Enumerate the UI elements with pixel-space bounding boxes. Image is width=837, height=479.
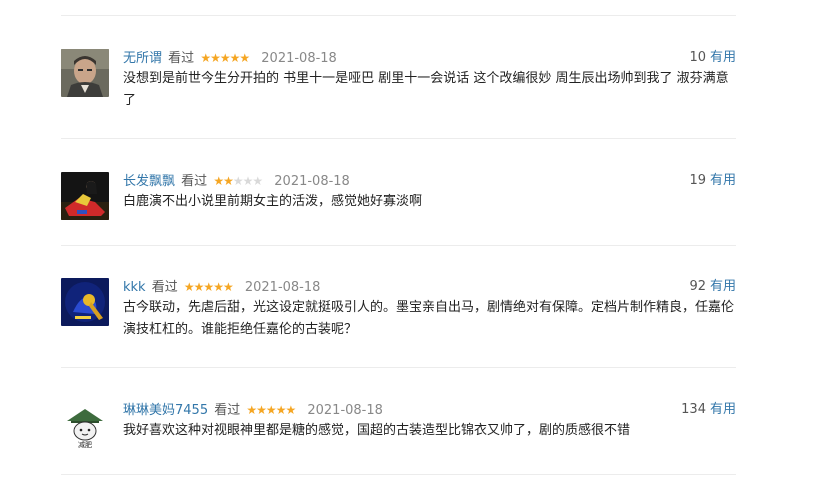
star-filled-icon: ★ bbox=[285, 403, 296, 417]
rating-stars: ★★★★★ bbox=[246, 401, 296, 419]
useful-vote: 10 有用 bbox=[689, 49, 736, 67]
comment-text: 没想到是前世今生分开拍的 书里十一是哑巴 剧里十一会说话 这个改编很妙 周生辰出… bbox=[123, 71, 729, 108]
comment-header: 琳琳美妈7455 看过 ★★★★★ 2021-08-18 bbox=[123, 401, 383, 419]
rating-stars: ★★★★★ bbox=[183, 278, 234, 296]
comment-divider bbox=[61, 138, 736, 139]
rating-stars: ★★★★★ bbox=[200, 49, 250, 67]
comment-date: 2021-08-18 bbox=[261, 51, 337, 66]
star-empty-icon: ★ bbox=[242, 174, 254, 188]
top-divider bbox=[61, 15, 736, 16]
star-filled-icon: ★ bbox=[222, 280, 234, 294]
star-filled-icon: ★ bbox=[219, 51, 231, 65]
comment-divider bbox=[61, 367, 736, 368]
comment-date: 2021-08-18 bbox=[244, 280, 321, 295]
vote-count: 10 bbox=[689, 50, 706, 65]
comment-header: kkk 看过 ★★★★★ 2021-08-18 bbox=[123, 278, 320, 296]
username-link[interactable]: 琳琳美妈7455 bbox=[123, 403, 208, 418]
comment-date: 2021-08-18 bbox=[307, 403, 383, 418]
avatar[interactable]: 减肥 bbox=[61, 401, 109, 449]
comment-header: 长发飘飘 看过 ★★★★★ 2021-08-18 bbox=[123, 172, 350, 190]
avatar[interactable] bbox=[61, 49, 109, 97]
star-filled-icon: ★ bbox=[275, 403, 287, 417]
comment-divider bbox=[61, 245, 736, 246]
watch-status: 看过 bbox=[214, 403, 241, 418]
bottom-divider bbox=[61, 474, 736, 475]
comment-text: 我好喜欢这种对视眼神里都是糖的感觉，国超的古装造型比锦衣又帅了，剧的质感很不错 bbox=[123, 423, 631, 438]
star-filled-icon: ★ bbox=[200, 51, 211, 65]
star-filled-icon: ★ bbox=[265, 403, 277, 417]
avatar[interactable] bbox=[61, 172, 109, 220]
star-filled-icon: ★ bbox=[213, 174, 224, 188]
comment-text: 白鹿演不出小说里前期女主的活泼，感觉她好寡淡啊 bbox=[123, 194, 423, 209]
useful-vote: 92 有用 bbox=[689, 278, 736, 296]
comment-text: 古今联动，先虐后甜，光这设定就挺吸引人的。墨宝亲自出马，剧情绝对有保障。定档片制… bbox=[123, 300, 735, 337]
star-filled-icon: ★ bbox=[256, 403, 267, 417]
useful-button[interactable]: 有用 bbox=[710, 50, 736, 65]
star-empty-icon: ★ bbox=[252, 174, 263, 188]
star-filled-icon: ★ bbox=[203, 280, 214, 294]
watch-status: 看过 bbox=[181, 174, 208, 189]
rating-stars: ★★★★★ bbox=[213, 172, 263, 190]
comment-date: 2021-08-18 bbox=[274, 174, 350, 189]
avatar-caption: 减肥 bbox=[78, 440, 92, 449]
useful-button[interactable]: 有用 bbox=[710, 173, 736, 188]
star-filled-icon: ★ bbox=[223, 174, 234, 188]
star-filled-icon: ★ bbox=[193, 280, 205, 294]
star-filled-icon: ★ bbox=[239, 51, 250, 65]
vote-count: 19 bbox=[689, 173, 706, 188]
username-link[interactable]: 无所谓 bbox=[123, 51, 162, 66]
username-link[interactable]: kkk bbox=[123, 280, 146, 295]
vote-count: 92 bbox=[689, 279, 706, 294]
watch-status: 看过 bbox=[151, 280, 178, 295]
useful-vote: 134 有用 bbox=[681, 401, 736, 419]
star-empty-icon: ★ bbox=[232, 174, 244, 188]
useful-button[interactable]: 有用 bbox=[710, 279, 736, 294]
useful-vote: 19 有用 bbox=[689, 172, 736, 190]
star-filled-icon: ★ bbox=[183, 280, 195, 294]
username-link[interactable]: 长发飘飘 bbox=[123, 174, 175, 189]
avatar[interactable] bbox=[61, 278, 109, 326]
star-filled-icon: ★ bbox=[246, 403, 257, 417]
star-filled-icon: ★ bbox=[210, 51, 221, 65]
star-filled-icon: ★ bbox=[213, 280, 224, 294]
watch-status: 看过 bbox=[168, 51, 195, 66]
vote-count: 134 bbox=[681, 402, 706, 417]
star-filled-icon: ★ bbox=[229, 51, 241, 65]
useful-button[interactable]: 有用 bbox=[710, 402, 736, 417]
comment-header: 无所谓 看过 ★★★★★ 2021-08-18 bbox=[123, 49, 337, 67]
